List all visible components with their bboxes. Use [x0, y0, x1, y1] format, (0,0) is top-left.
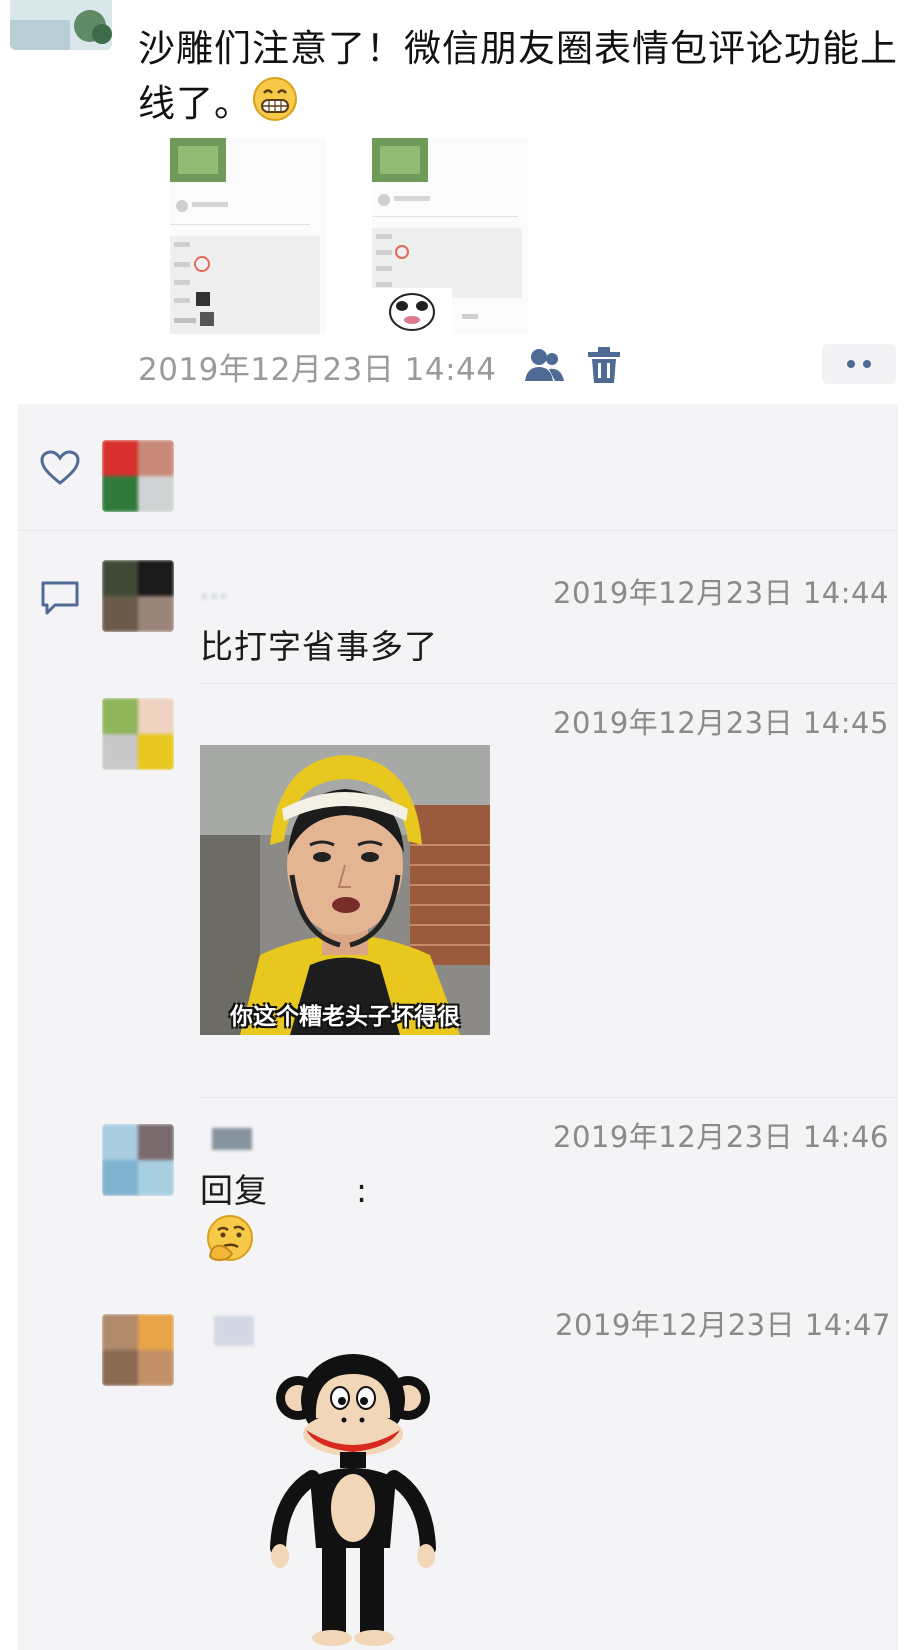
comment-avatar[interactable] — [102, 560, 174, 632]
heart-icon — [40, 450, 80, 486]
reply-line: 回复: — [200, 1164, 368, 1212]
divider — [200, 683, 898, 684]
reply-suffix: : — [356, 1171, 369, 1210]
grin-emoji — [252, 76, 298, 137]
more-dot — [847, 360, 855, 368]
comment-timestamp: 2019年12月23日 14:46 — [553, 1120, 889, 1154]
comment-author-name[interactable] — [214, 1316, 254, 1346]
post-image-2[interactable] — [372, 138, 528, 334]
post-text: 沙雕们注意了！微信朋友圈表情包评论功能上线了。 — [138, 22, 898, 137]
trash-icon[interactable] — [588, 347, 620, 383]
more-dot — [863, 360, 871, 368]
comment-timestamp: 2019年12月23日 14:44 — [553, 576, 889, 610]
reply-prefix: 回复 — [200, 1171, 268, 1210]
more-actions-button[interactable] — [822, 344, 896, 384]
comment-author-name[interactable] — [212, 1128, 252, 1150]
comment-icon — [40, 580, 80, 616]
divider — [18, 530, 898, 531]
post-author-avatar[interactable] — [10, 0, 112, 50]
comment-timestamp: 2019年12月23日 14:47 — [555, 1308, 891, 1342]
comment-author-name[interactable]: … — [200, 572, 229, 605]
meme-caption: 你这个糟老头子坏得很 — [230, 1004, 460, 1030]
thinking-emoji — [204, 1212, 256, 1264]
reply-target-name[interactable] — [268, 1178, 356, 1206]
divider — [200, 1097, 898, 1098]
comment-text: 比打字省事多了 — [200, 627, 438, 666]
post-timestamp: 2019年12月23日 14:44 — [138, 352, 497, 388]
friends-icon[interactable] — [525, 347, 565, 383]
post-image-1[interactable] — [170, 138, 326, 334]
comment-avatar[interactable] — [102, 1314, 174, 1386]
comment-timestamp: 2019年12月23日 14:45 — [553, 706, 889, 740]
meme-image[interactable]: 你这个糟老头子坏得很 — [200, 745, 490, 1035]
monkey-sticker[interactable] — [270, 1348, 440, 1648]
like-avatar[interactable] — [102, 440, 174, 512]
comment-avatar[interactable] — [102, 1124, 174, 1196]
comment-avatar[interactable] — [102, 698, 174, 770]
